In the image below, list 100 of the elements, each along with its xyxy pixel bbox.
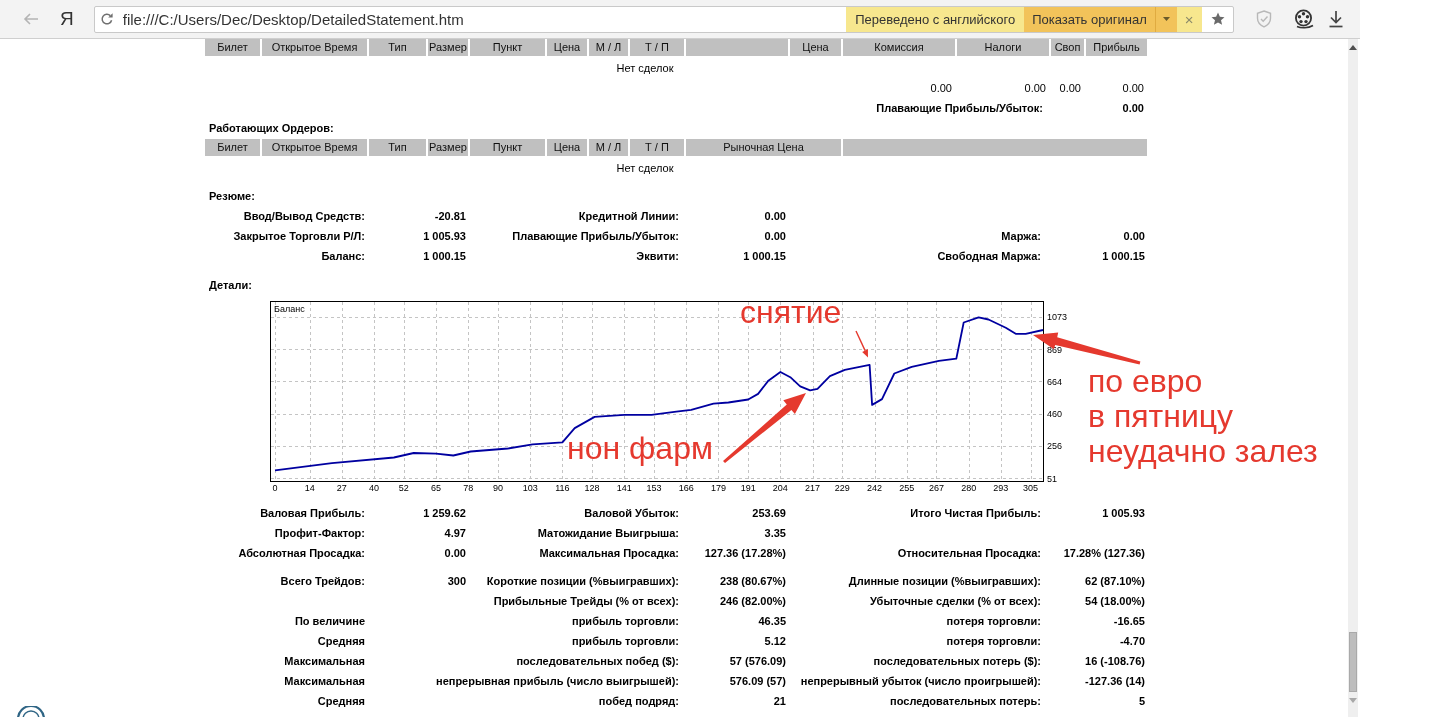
tick-label: 40 (369, 483, 380, 493)
stat-label: непрерывная прибыль (число выигрышей): (436, 675, 679, 687)
tick-label: 0 (272, 483, 278, 493)
caret-icon (1162, 17, 1170, 21)
stat-value: -4.70 (1119, 635, 1145, 647)
stat-label: прибыль торговли: (572, 615, 679, 627)
tick-label: 242 (867, 483, 883, 493)
tick-label: 65 (431, 483, 441, 493)
annotation-text: по евро в пятницу неудачно залез (1088, 364, 1318, 469)
stat-label: Валовой Убыток: (584, 507, 679, 519)
stat-label: По величине (294, 615, 365, 627)
summary-label: Свободная Маржа: (937, 250, 1041, 262)
summary-label: Баланс: (321, 250, 365, 262)
film-reel-icon[interactable] (1293, 9, 1314, 29)
tick-label: 217 (805, 483, 821, 493)
tick-label: 1073 (1047, 312, 1068, 323)
annotation-text: нон фарм (567, 431, 713, 466)
stat-label: Убыточные сделки (% от всех): (870, 595, 1041, 607)
stat-value: 5.12 (764, 635, 786, 647)
tick-label: 293 (993, 483, 1009, 493)
stat-value: 57 (576.09) (729, 655, 786, 667)
stat-label: Абсолютная Просадка: (238, 547, 365, 559)
stat-value: 5 (1138, 695, 1145, 707)
stat-value: 300 (447, 575, 466, 587)
stat-value: 54 (18.00%) (1085, 595, 1145, 607)
tick-label: 90 (492, 483, 503, 493)
tick-label: 869 (1047, 344, 1063, 355)
summary-label: Эквити: (636, 250, 679, 262)
stat-value: 127.36 (17.28%) (704, 547, 786, 559)
stat-label: Максимальная (284, 655, 365, 667)
tick-label: 191 (740, 483, 756, 493)
arrow (855, 330, 868, 358)
ring-icon[interactable] (16, 706, 46, 717)
stat-value: 17.28% (127.36) (1063, 547, 1145, 559)
stat-value: 3.35 (764, 527, 786, 539)
logo[interactable]: Я (60, 9, 74, 29)
column-header: Пункт (470, 139, 545, 156)
summary-value: 1 000.15 (1102, 250, 1145, 262)
summary-label: Кредитной Линии: (578, 210, 679, 222)
tick-label: 14 (304, 483, 315, 493)
stat-value: 21 (773, 695, 786, 707)
stat-label: Всего Трейдов: (280, 575, 365, 587)
column-header: Размер (428, 39, 468, 56)
tick-label: 204 (772, 483, 788, 493)
address-bar[interactable]: file:///C:/Users/Dec/Desktop/DetailedStatement.htm Переведено с английского Показать оригинал × (93, 5, 1234, 33)
tick-label: 51 (1047, 473, 1057, 484)
summary-label: Маржа: (1001, 230, 1041, 242)
scroll-up-icon[interactable] (1349, 45, 1357, 50)
summary-value: 1 005.93 (423, 230, 466, 242)
section-title: Резюме: (208, 189, 256, 204)
empty-table-message: Нет сделок (616, 61, 674, 76)
tick-label: 255 (899, 483, 915, 493)
column-header: Прибыль (1086, 39, 1147, 56)
tick-label: 229 (834, 483, 850, 493)
scrollbar-thumb[interactable] (1349, 632, 1357, 692)
empty-table-message: Нет сделок (616, 161, 674, 176)
star-icon[interactable] (1210, 12, 1225, 26)
summary-value: 0.00 (764, 210, 786, 222)
summary-value: 0.00 (1123, 230, 1145, 242)
stat-value: 246 (82.00%) (719, 595, 786, 607)
summary-label: Ввод/Вывод Средств: (243, 210, 365, 222)
tick-label: 128 (584, 483, 600, 493)
column-header: Комиссия (843, 39, 955, 56)
total-value: 0.00 (1122, 102, 1144, 114)
section-title: Детали: (208, 278, 253, 293)
column-header: Билет (205, 39, 260, 56)
column-header: Налоги (957, 39, 1049, 56)
column-header: Рыночная Цена (686, 139, 841, 156)
tick-label: 116 (555, 483, 570, 493)
stat-label: Итого Чистая Прибыль: (910, 507, 1041, 519)
tick-label: 166 (678, 483, 694, 493)
summary-value: 1 000.15 (423, 250, 466, 262)
url-text[interactable]: file:///C:/Users/Dec/Desktop/DetailedStatement.htm (122, 10, 464, 28)
scrollbar[interactable] (1348, 39, 1358, 717)
dropdown-button[interactable] (1154, 6, 1177, 32)
tick-label: 267 (928, 483, 944, 493)
chart-title: Баланс (274, 304, 305, 314)
download-icon[interactable] (1327, 10, 1344, 28)
stat-label: Относительная Просадка: (897, 547, 1041, 559)
stat-label: потеря торговли: (946, 615, 1041, 627)
column-header: Т / П (630, 39, 684, 56)
tick-label: 460 (1047, 409, 1063, 420)
column-header: Своп (1051, 39, 1084, 56)
total-label: Плавающие Прибыль/Убыток: (876, 102, 1043, 114)
stat-value: 1 005.93 (1102, 507, 1145, 519)
stat-label: Валовая Прибыль: (260, 507, 365, 519)
tick-label: 153 (646, 483, 662, 493)
summary-label: Плавающие Прибыль/Убыток: (512, 230, 679, 242)
annotation-text: снятие (740, 295, 842, 330)
stat-value: -127.36 (14) (1085, 675, 1145, 687)
reload-icon[interactable] (99, 12, 114, 26)
tick-label: 305 (1023, 483, 1039, 493)
stat-value: -16.65 (1113, 615, 1145, 627)
show-original-button[interactable]: Показать оригинал (1024, 6, 1155, 32)
tick-label: 141 (616, 483, 632, 493)
column-header: Тип (369, 39, 426, 56)
table-cell: 0.00 (930, 82, 952, 94)
summary-label: Закрытое Торговли Р/Л: (233, 230, 365, 242)
column-header: Цена (547, 139, 587, 156)
stat-label: Короткие позиции (%выигравших): (486, 575, 679, 587)
